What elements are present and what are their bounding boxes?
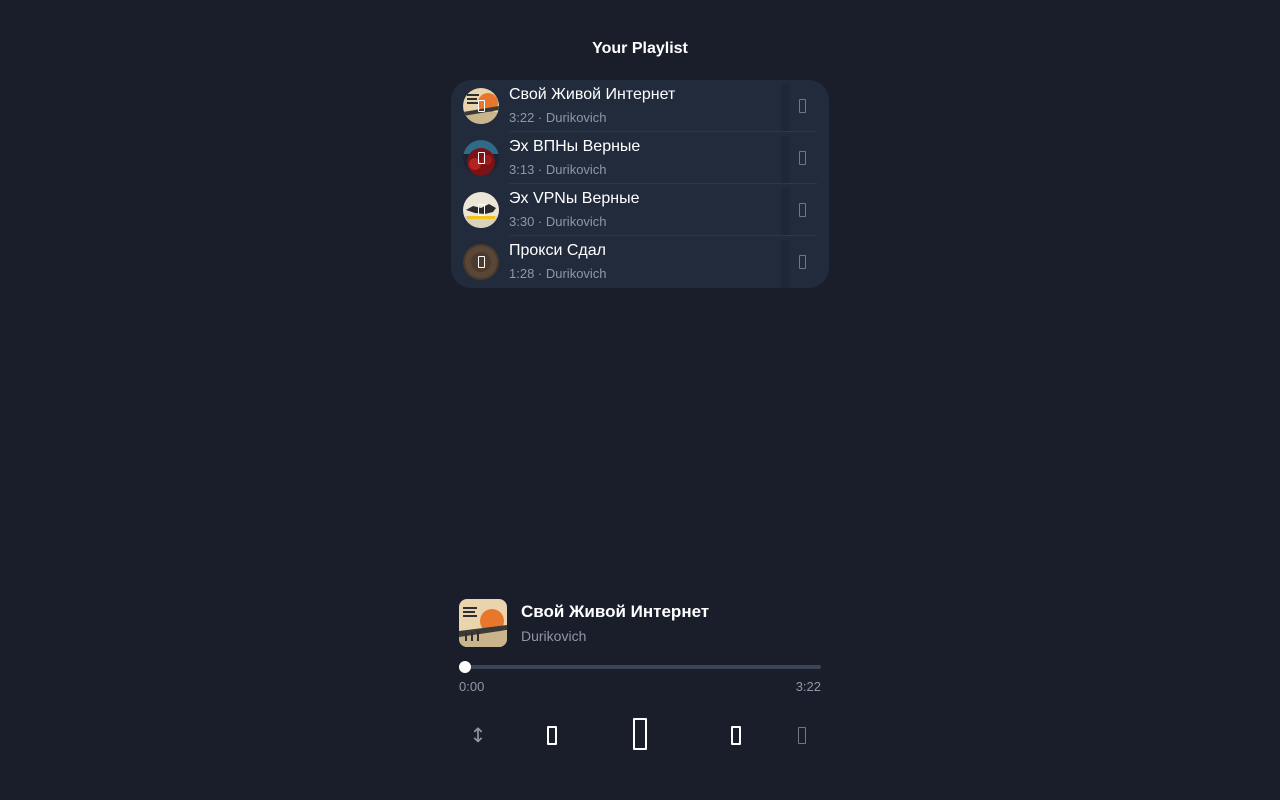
track-meta: 3:30 · Durikovich	[509, 214, 607, 229]
divider	[781, 240, 789, 288]
track-art	[463, 140, 499, 176]
next-icon[interactable]	[726, 724, 746, 746]
now-playing-title: Свой Живой Интернет	[521, 602, 710, 621]
progress-bar[interactable]	[465, 665, 821, 669]
divider	[781, 136, 789, 184]
track-title: Эх VPNы Верные	[509, 190, 640, 207]
track-meta: 1:28 · Durikovich	[509, 266, 607, 281]
play-icon[interactable]	[626, 714, 654, 754]
total-time: 3:22	[795, 679, 821, 694]
now-playing-artist: Durikovich	[521, 628, 587, 644]
playlist-track[interactable]: Эх VPNы Верные 3:30 · Durikovich	[451, 184, 829, 236]
play-icon	[463, 140, 499, 176]
track-title: Свой Живой Интернет	[509, 86, 676, 103]
track-meta: 3:22 · Durikovich	[509, 110, 607, 125]
previous-icon[interactable]	[542, 724, 562, 746]
divider	[781, 84, 789, 132]
more-icon[interactable]	[795, 201, 809, 219]
progress-knob[interactable]	[459, 661, 471, 673]
more-icon[interactable]	[795, 149, 809, 167]
track-meta: 3:13 · Durikovich	[509, 162, 607, 177]
more-icon[interactable]	[795, 97, 809, 115]
repeat-icon[interactable]	[792, 724, 812, 746]
track-title: Прокси Сдал	[509, 242, 606, 259]
track-title: Эх ВПНы Верные	[509, 138, 641, 155]
page-title: Your Playlist	[592, 40, 688, 57]
playlist: Свой Живой Интернет 3:22 · Durikovich Эх…	[451, 80, 829, 288]
current-time: 0:00	[459, 679, 485, 694]
more-icon[interactable]	[795, 253, 809, 271]
shuffle-icon[interactable]: ↕	[466, 722, 490, 748]
playlist-track[interactable]: Эх ВПНы Верные 3:13 · Durikovich	[451, 132, 829, 184]
track-art	[463, 88, 499, 124]
play-icon	[463, 88, 499, 124]
play-icon	[463, 244, 499, 280]
track-art	[463, 192, 499, 228]
playlist-track[interactable]: Прокси Сдал 1:28 · Durikovich	[451, 236, 829, 288]
divider	[781, 188, 789, 236]
track-art	[463, 244, 499, 280]
now-playing-art	[459, 599, 507, 647]
playlist-track[interactable]: Свой Живой Интернет 3:22 · Durikovich	[451, 80, 829, 132]
play-icon	[463, 192, 499, 228]
